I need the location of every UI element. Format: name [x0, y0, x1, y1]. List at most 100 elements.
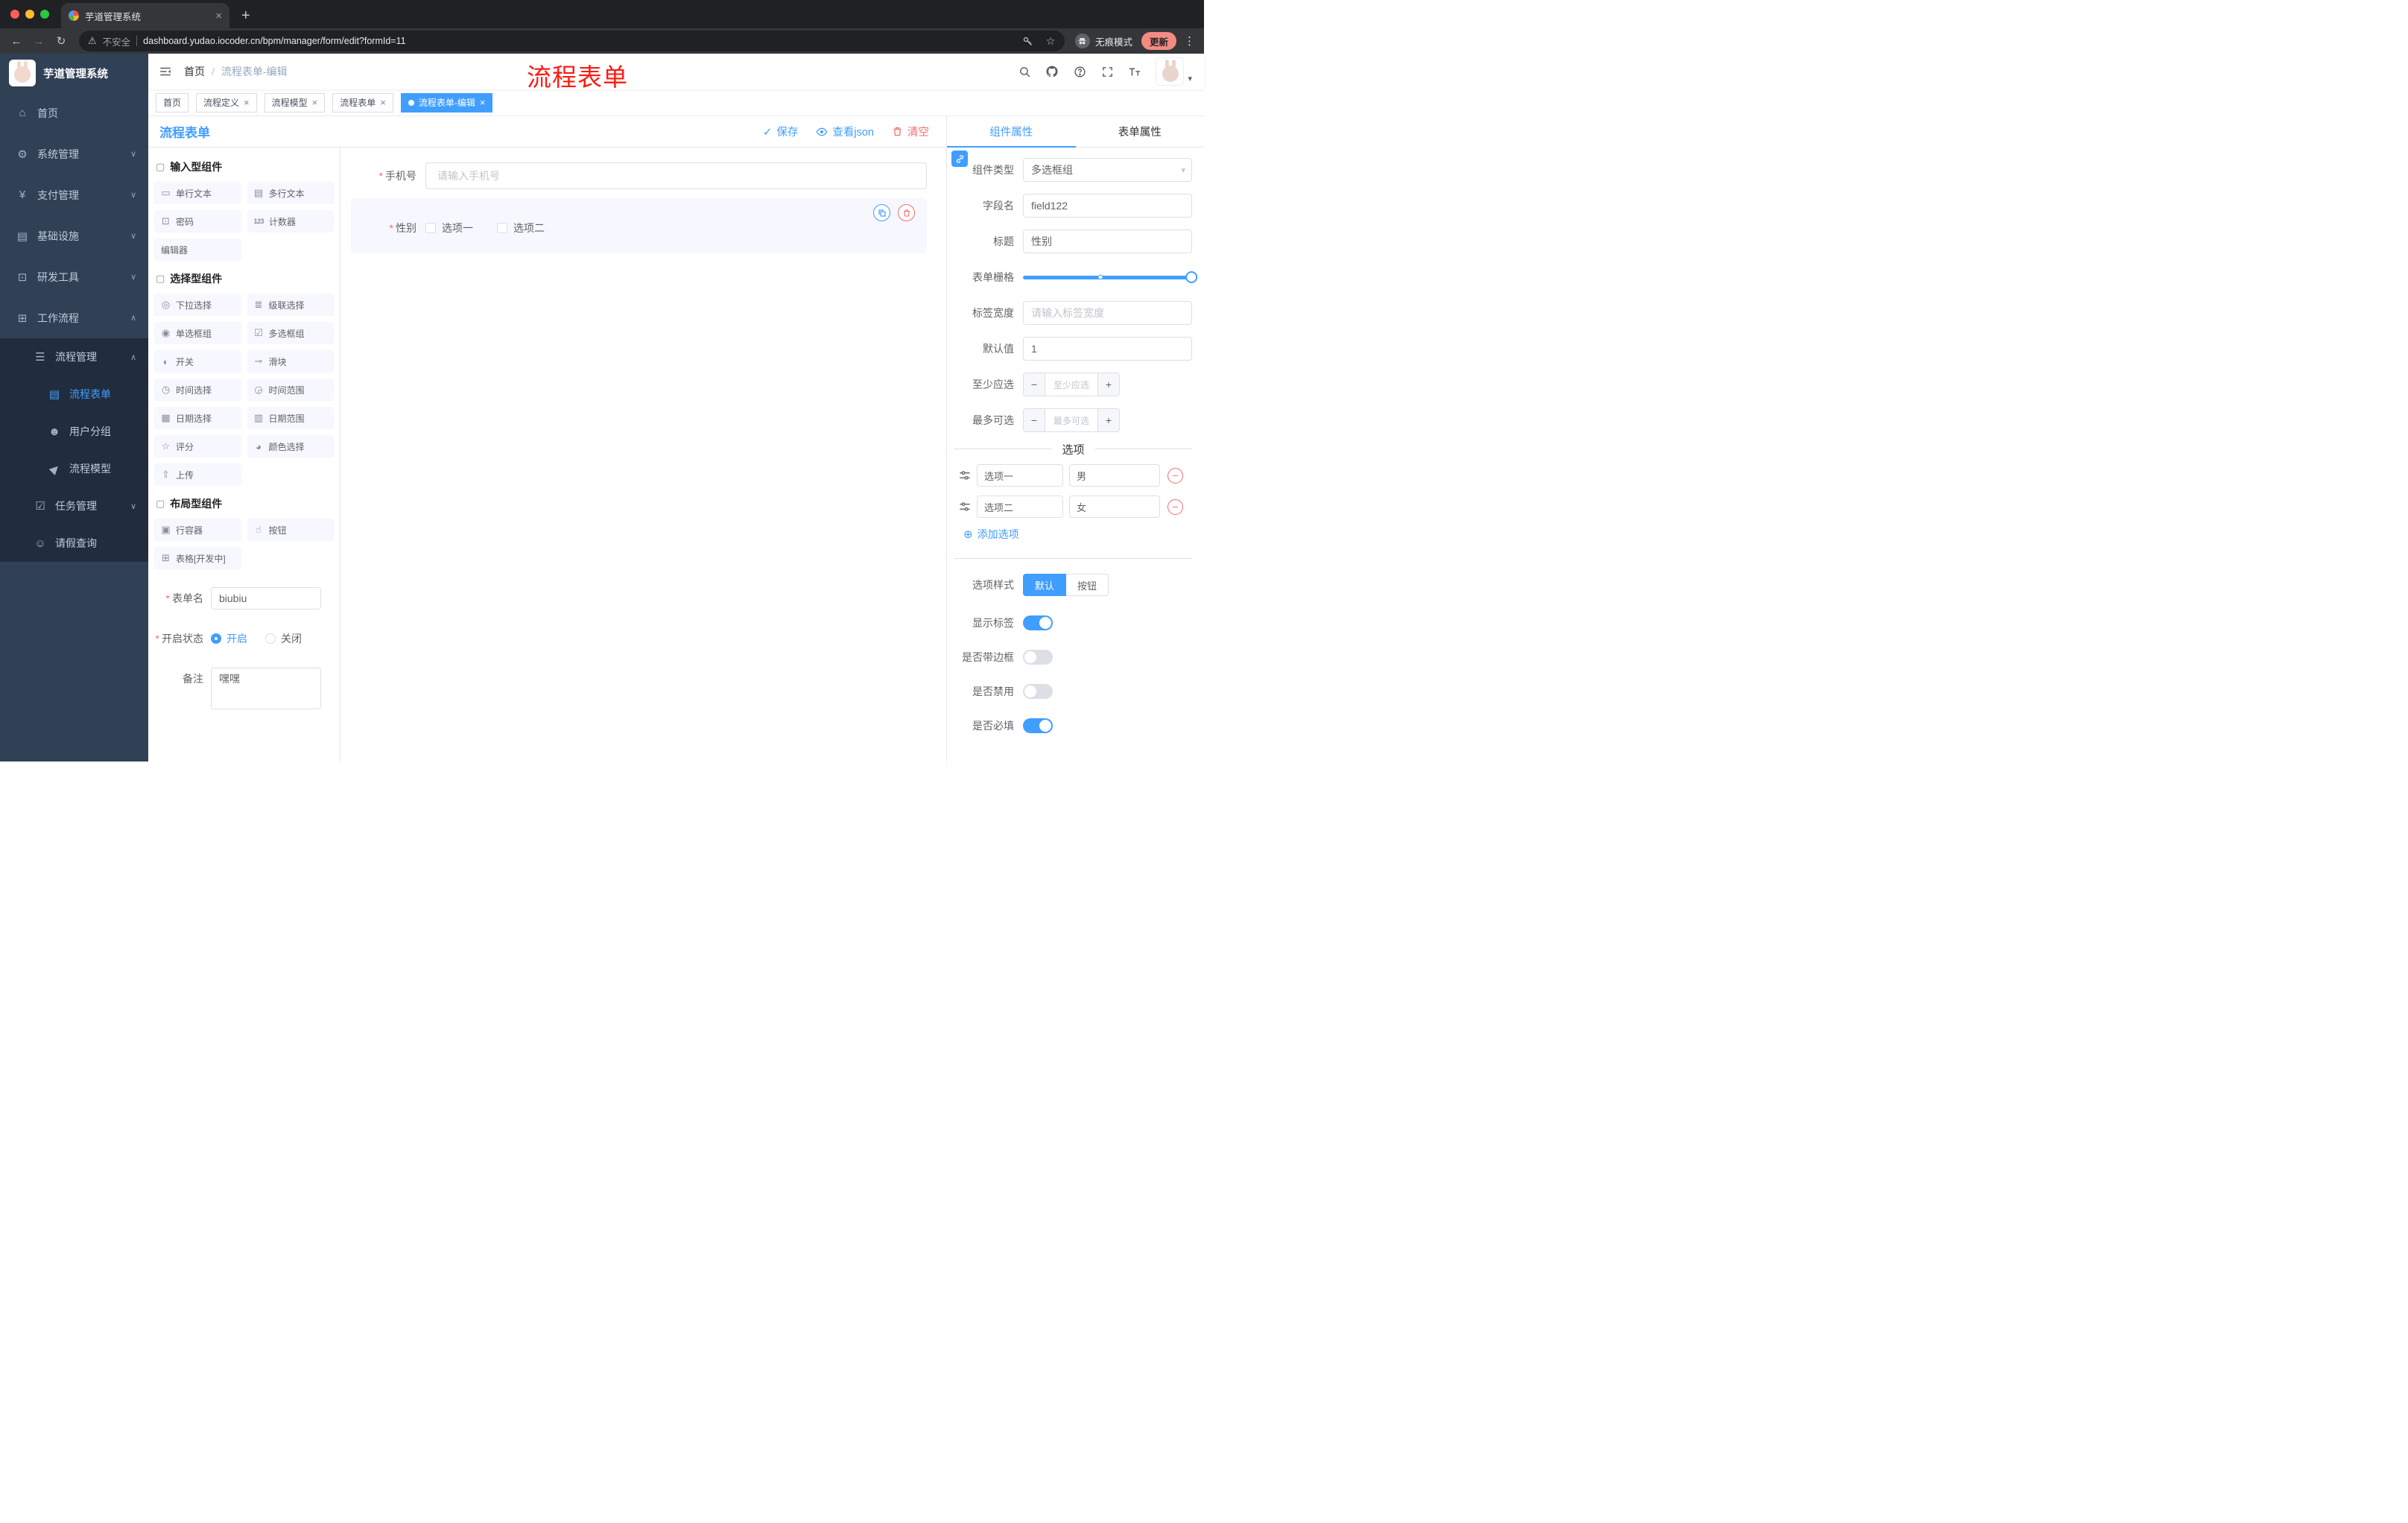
palette-item-editor[interactable]: 编辑器	[154, 238, 241, 261]
reload-button[interactable]: ↻	[51, 31, 72, 51]
close-icon[interactable]: ×	[312, 98, 318, 107]
link-badge-icon[interactable]	[951, 151, 968, 167]
drag-handle-icon[interactable]	[959, 501, 971, 513]
style-default-button[interactable]: 默认	[1023, 574, 1067, 596]
status-on-radio[interactable]: 开启	[211, 631, 247, 646]
increase-button[interactable]: +	[1097, 409, 1119, 431]
zoom-window-button[interactable]	[40, 10, 49, 19]
default-value-input[interactable]	[1023, 337, 1192, 361]
sidebar-item-process-management[interactable]: ☰ 流程管理 ∧	[0, 338, 148, 376]
remove-option-button[interactable]: −	[1167, 498, 1183, 515]
tag-process-form-edit[interactable]: 流程表单-编辑 ×	[400, 92, 493, 113]
sidebar-item-payment[interactable]: ¥ 支付管理 ∨	[0, 174, 148, 215]
font-size-icon[interactable]	[1128, 65, 1141, 78]
palette-item-row-container[interactable]: ▣ 行容器	[154, 519, 241, 541]
increase-button[interactable]: +	[1097, 373, 1119, 396]
option-1-name-input[interactable]	[977, 464, 1063, 487]
form-name-input[interactable]	[211, 587, 321, 609]
tab-component-props[interactable]: 组件属性	[947, 116, 1076, 148]
sidebar-item-user-group[interactable]: ☻ 用户分组	[0, 413, 148, 450]
palette-item-date-picker[interactable]: ▦ 日期选择	[154, 407, 241, 429]
close-icon[interactable]: ×	[480, 98, 486, 107]
palette-item-password[interactable]: ⊡ 密码	[154, 210, 241, 232]
form-canvas[interactable]: * 手机号 请输入手机号 * 性别 选项一 选项二	[340, 148, 946, 762]
palette-item-color-picker[interactable]: ◕ 颜色选择	[247, 435, 334, 457]
copy-field-button[interactable]	[873, 204, 890, 221]
component-type-select[interactable]: 多选框组 ▾	[1023, 158, 1192, 182]
palette-item-slider[interactable]: ⊸ 滑块	[247, 350, 334, 373]
palette-item-table[interactable]: ⊞ 表格[开发中]	[154, 547, 241, 569]
remove-option-button[interactable]: −	[1167, 467, 1183, 484]
title-input[interactable]	[1023, 229, 1192, 253]
form-grid-slider[interactable]	[1023, 265, 1198, 289]
address-bar[interactable]: ⚠ 不安全 dashboard.yudao.iocoder.cn/bpm/man…	[79, 31, 1065, 51]
max-select-stepper[interactable]: − 最多可选 +	[1023, 408, 1120, 432]
phone-input[interactable]	[425, 162, 927, 189]
slider-handle[interactable]	[1185, 271, 1198, 283]
palette-item-checkbox-group[interactable]: ☑ 多选框组	[247, 322, 334, 344]
disabled-toggle[interactable]	[1023, 684, 1053, 699]
sidebar-item-process-model[interactable]: ▶ 流程模型	[0, 450, 148, 487]
view-json-button[interactable]: 查看json	[816, 124, 874, 139]
close-icon[interactable]: ×	[244, 98, 250, 107]
tag-home[interactable]: 首页	[156, 92, 189, 113]
option-1-value-input[interactable]	[1069, 464, 1160, 487]
palette-item-multi-line-text[interactable]: ▤ 多行文本	[247, 182, 334, 204]
sidebar-item-task-management[interactable]: ☑ 任务管理 ∨	[0, 487, 148, 525]
status-off-radio[interactable]: 关闭	[265, 631, 302, 646]
update-browser-button[interactable]: 更新	[1141, 32, 1176, 50]
option-2-value-input[interactable]	[1069, 495, 1160, 518]
palette-item-date-range[interactable]: ▥ 日期范围	[247, 407, 334, 429]
canvas-field-gender-selected[interactable]: * 性别 选项一 选项二	[351, 198, 927, 253]
minimize-window-button[interactable]	[25, 10, 34, 19]
search-icon[interactable]	[1018, 65, 1031, 78]
bookmark-star-icon[interactable]: ☆	[1042, 35, 1059, 48]
browser-tab[interactable]: 芋道管理系统 ×	[61, 3, 229, 28]
tag-process-form[interactable]: 流程表单 ×	[332, 92, 393, 113]
github-icon[interactable]	[1045, 65, 1059, 78]
palette-item-select[interactable]: ◎ 下拉选择	[154, 294, 241, 316]
canvas-field-phone[interactable]: * 手机号	[351, 162, 927, 189]
slider-track[interactable]	[1023, 271, 1198, 283]
sidebar-item-system[interactable]: ⚙ 系统管理 ∨	[0, 133, 148, 174]
tag-process-model[interactable]: 流程模型 ×	[264, 92, 326, 113]
sidebar-item-workflow[interactable]: ⊞ 工作流程 ∧	[0, 297, 148, 338]
show-label-toggle[interactable]	[1023, 615, 1053, 630]
decrease-button[interactable]: −	[1024, 373, 1045, 396]
fullscreen-icon[interactable]	[1100, 65, 1114, 78]
label-width-input[interactable]	[1023, 301, 1192, 325]
clear-button[interactable]: 清空	[892, 124, 929, 139]
tab-form-props[interactable]: 表单属性	[1076, 116, 1205, 147]
tab-close-icon[interactable]: ×	[215, 10, 222, 22]
palette-item-rate[interactable]: ☆ 评分	[154, 435, 241, 457]
sidebar-item-leave-query[interactable]: ☺ 请假查询	[0, 525, 148, 562]
palette-item-time-range[interactable]: ◶ 时间范围	[247, 379, 334, 401]
browser-menu-icon[interactable]: ⋮	[1184, 34, 1195, 48]
sidebar-item-process-form[interactable]: ▤ 流程表单	[0, 376, 148, 413]
close-icon[interactable]: ×	[380, 98, 386, 107]
avatar-caret-down-icon[interactable]: ▾	[1188, 74, 1192, 86]
drag-handle-icon[interactable]	[959, 469, 971, 481]
gender-option-2-checkbox[interactable]: 选项二	[497, 221, 545, 235]
field-name-input[interactable]	[1023, 194, 1192, 218]
tag-process-definition[interactable]: 流程定义 ×	[196, 92, 257, 113]
sidebar-item-infrastructure[interactable]: ▤ 基础设施 ∨	[0, 215, 148, 256]
min-select-stepper[interactable]: − 至少应选 +	[1023, 373, 1120, 396]
delete-field-button[interactable]	[898, 204, 915, 221]
decrease-button[interactable]: −	[1024, 409, 1045, 431]
help-icon[interactable]	[1073, 65, 1086, 78]
with-border-toggle[interactable]	[1023, 650, 1053, 665]
forward-button[interactable]: →	[28, 31, 49, 51]
sidebar-item-home[interactable]: ⌂ 首页	[0, 92, 148, 133]
new-tab-button[interactable]: +	[241, 8, 250, 23]
palette-item-radio-group[interactable]: ◉ 单选框组	[154, 322, 241, 344]
sidebar-item-devtools[interactable]: ⊡ 研发工具 ∨	[0, 256, 148, 297]
gender-option-1-checkbox[interactable]: 选项一	[425, 221, 473, 235]
palette-item-counter[interactable]: 123 计数器	[247, 210, 334, 232]
palette-item-time-picker[interactable]: ◷ 时间选择	[154, 379, 241, 401]
user-avatar[interactable]	[1156, 57, 1185, 86]
required-toggle[interactable]	[1023, 718, 1053, 733]
close-window-button[interactable]	[10, 10, 19, 19]
style-button-button[interactable]: 按钮	[1066, 574, 1109, 596]
palette-item-button[interactable]: ☝ 按钮	[247, 519, 334, 541]
